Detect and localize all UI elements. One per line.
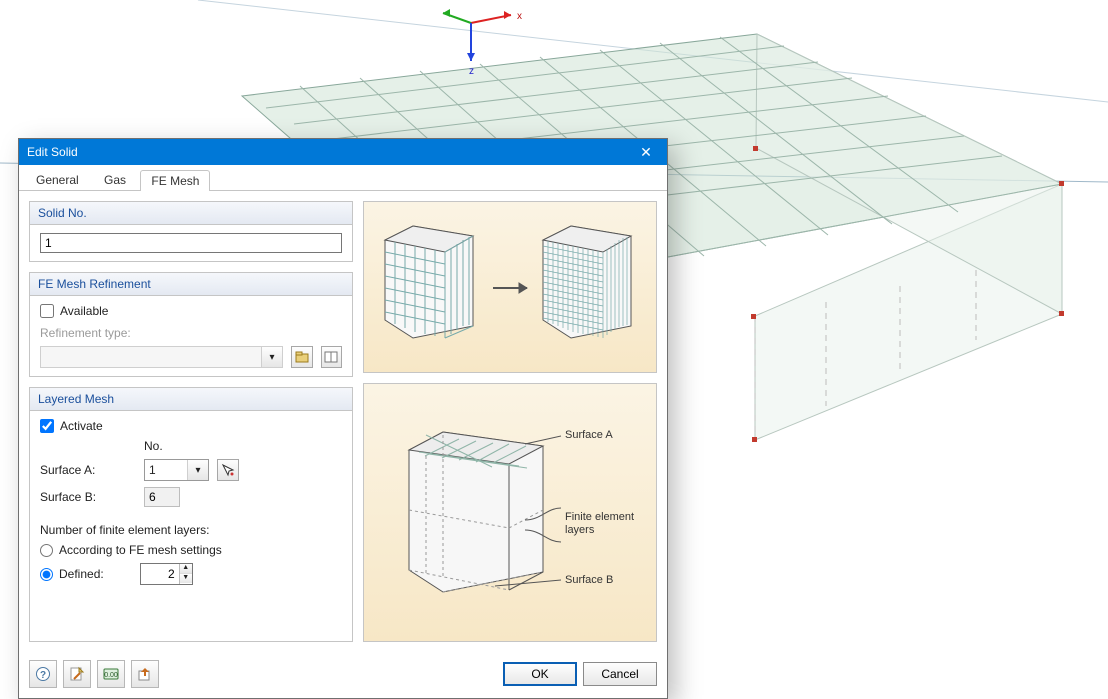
tab-fe-mesh[interactable]: FE Mesh xyxy=(140,170,210,191)
solid-no-input[interactable] xyxy=(40,233,342,253)
group-fe-mesh-refinement: FE Mesh Refinement Available Refinement … xyxy=(29,272,353,377)
spin-up-icon[interactable]: ▲ xyxy=(180,564,192,574)
surface-b-label: Surface B: xyxy=(40,490,136,504)
group-layered-mesh: Layered Mesh Activate No. Surface A: 1 ▾ xyxy=(29,387,353,642)
spin-down-icon[interactable]: ▼ xyxy=(180,574,192,583)
close-icon[interactable]: ✕ xyxy=(633,139,659,165)
edit-solid-dialog: Edit Solid ✕ General Gas FE Mesh Solid N… xyxy=(18,138,668,699)
cancel-button[interactable]: Cancel xyxy=(583,662,657,686)
defined-layers-input[interactable] xyxy=(141,564,179,584)
radio-according-label: According to FE mesh settings xyxy=(59,543,222,557)
help-button[interactable]: ? xyxy=(29,660,57,688)
surface-b-value xyxy=(144,487,180,507)
surface-a-combo[interactable]: 1 ▾ xyxy=(144,459,209,481)
svg-text:0.00: 0.00 xyxy=(104,672,118,679)
surface-a-label: Surface A: xyxy=(40,463,136,477)
open-library-button[interactable] xyxy=(291,346,313,368)
radio-according[interactable] xyxy=(40,544,53,557)
tab-general[interactable]: General xyxy=(25,169,90,190)
export-button[interactable] xyxy=(131,660,159,688)
tab-strip: General Gas FE Mesh xyxy=(19,165,667,191)
notes-button[interactable] xyxy=(63,660,91,688)
illus-fel-label-2: layers xyxy=(565,524,595,536)
illus-fel-label-1: Finite element xyxy=(565,511,634,523)
refinement-type-combo: ▾ xyxy=(40,346,283,368)
illus-surface-b-label: Surface B xyxy=(565,574,613,586)
defined-layers-spinner[interactable]: ▲▼ xyxy=(140,563,193,585)
axis-x-label: x xyxy=(517,11,522,22)
refinement-illustration xyxy=(363,201,657,373)
dialog-title: Edit Solid xyxy=(27,139,78,165)
group-solid-no: Solid No. xyxy=(29,201,353,262)
pick-surface-a-button[interactable] xyxy=(217,459,239,481)
dialog-title-bar[interactable]: Edit Solid ✕ xyxy=(19,139,667,165)
group-header-refinement: FE Mesh Refinement xyxy=(30,273,352,296)
chevron-down-icon: ▾ xyxy=(261,347,282,367)
available-label: Available xyxy=(60,304,108,318)
units-button[interactable]: 0.00 xyxy=(97,660,125,688)
activate-checkbox[interactable] xyxy=(40,419,54,433)
activate-label: Activate xyxy=(60,419,103,433)
axis-z-label: z xyxy=(469,66,474,77)
available-checkbox[interactable] xyxy=(40,304,54,318)
group-header-solid-no: Solid No. xyxy=(30,202,352,225)
svg-text:?: ? xyxy=(40,670,46,681)
edit-refinement-button[interactable] xyxy=(321,346,343,368)
ok-button[interactable]: OK xyxy=(503,662,577,686)
no-column-label: No. xyxy=(144,439,163,453)
illus-surface-a-label: Surface A xyxy=(565,429,613,441)
num-layers-label: Number of finite element layers: xyxy=(40,523,342,537)
radio-defined-label: Defined: xyxy=(59,567,104,581)
layered-illustration: Surface A Finite element layers Surface … xyxy=(363,383,657,642)
refinement-type-label: Refinement type: xyxy=(40,326,342,340)
chevron-down-icon[interactable]: ▾ xyxy=(187,460,208,480)
tab-gas[interactable]: Gas xyxy=(93,169,137,190)
radio-defined[interactable] xyxy=(40,568,53,581)
group-header-layered: Layered Mesh xyxy=(30,388,352,411)
